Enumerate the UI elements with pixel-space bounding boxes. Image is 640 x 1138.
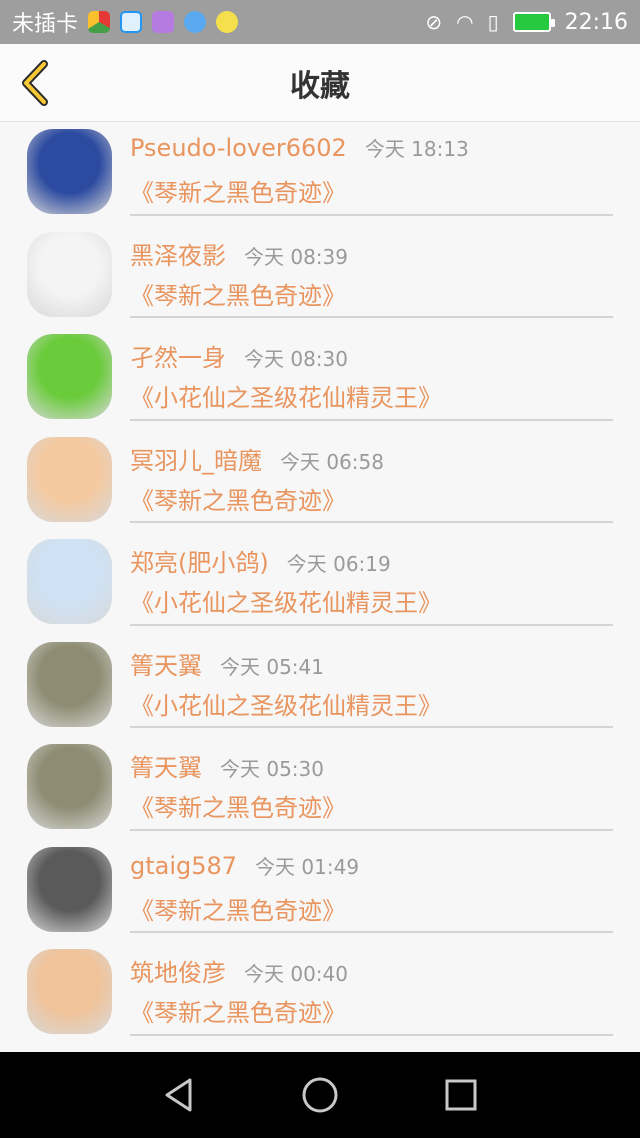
user-name[interactable]: 黑泽夜影 xyxy=(130,236,226,271)
list-item[interactable]: Pseudo-lover6602 今天 18:13 《琴新之黑色奇迹》 xyxy=(0,123,640,226)
nav-home-icon[interactable] xyxy=(301,1076,339,1114)
page-title: 收藏 xyxy=(290,68,350,104)
timestamp: 今天 01:49 xyxy=(255,854,360,879)
divider xyxy=(130,316,613,318)
avatar[interactable] xyxy=(27,334,112,419)
row-main: 郑亮(肥小鸽) 今天 06:19 《小花仙之圣级花仙精灵王》 xyxy=(130,543,613,636)
avatar[interactable] xyxy=(27,949,112,1034)
row-header: gtaig587 今天 01:49 xyxy=(130,851,613,889)
list-item[interactable]: 郑亮(肥小鸽) 今天 06:19 《小花仙之圣级花仙精灵王》 xyxy=(0,533,640,636)
timestamp: 今天 00:40 xyxy=(244,962,348,986)
user-name[interactable]: 郑亮(肥小鸽) xyxy=(130,543,269,578)
divider xyxy=(130,418,613,421)
list-item[interactable]: 筑地俊彦 今天 00:40 《琴新之黑色奇迹》 xyxy=(0,943,640,1046)
list-item[interactable]: 孑然一身 今天 08:30 《小花仙之圣级花仙精灵王》 xyxy=(0,328,640,431)
row-main: 筑地俊彦 今天 00:40 《琴新之黑色奇迹》 xyxy=(130,953,613,1046)
book-title[interactable]: 《小花仙之圣级花仙精灵王》 xyxy=(130,583,613,618)
row-main: 黑泽夜影 今天 08:39 《琴新之黑色奇迹》 xyxy=(130,236,613,329)
row-main: 箐天翼 今天 05:30 《琴新之黑色奇迹》 xyxy=(130,748,613,841)
timestamp: 今天 06:58 xyxy=(280,449,384,474)
user-name[interactable]: Pseudo-lover6602 xyxy=(130,134,347,162)
avatar[interactable] xyxy=(27,641,112,727)
book-title[interactable]: 《琴新之黑色奇迹》 xyxy=(130,173,613,208)
book-title[interactable]: 《琴新之黑色奇迹》 xyxy=(130,993,613,1028)
book-title[interactable]: 《琴新之黑色奇迹》 xyxy=(130,891,613,926)
list-item[interactable]: 箐天翼 今天 05:41 《小花仙之圣级花仙精灵王》 xyxy=(0,636,640,739)
row-header: 箐天翼 今天 05:30 xyxy=(130,748,613,786)
back-button[interactable] xyxy=(14,58,54,108)
book-title[interactable]: 《小花仙之圣级花仙精灵王》 xyxy=(130,686,613,721)
divider xyxy=(130,521,613,523)
list-item[interactable]: gtaig587 今天 01:49 《琴新之黑色奇迹》 xyxy=(0,841,640,944)
row-main: 孑然一身 今天 08:30 《小花仙之圣级花仙精灵王》 xyxy=(130,338,613,431)
list-item[interactable]: 冥羽儿_暗魔 今天 06:58 《琴新之黑色奇迹》 xyxy=(0,431,640,534)
row-header: 筑地俊彦 今天 00:40 xyxy=(130,953,613,991)
timestamp: 今天 08:39 xyxy=(244,244,348,269)
user-name[interactable]: 孑然一身 xyxy=(130,338,226,373)
avatar[interactable] xyxy=(27,436,112,522)
favorites-list: Pseudo-lover6602 今天 18:13 《琴新之黑色奇迹》 黑泽夜影 今天 … xyxy=(0,123,640,1052)
user-name[interactable]: 筑地俊彦 xyxy=(130,953,226,988)
divider xyxy=(130,931,613,933)
row-main: Pseudo-lover6602 今天 18:13 《琴新之黑色奇迹》 xyxy=(130,133,613,226)
wifi-icon: ◠ xyxy=(456,10,474,34)
user-name[interactable]: 冥羽儿_暗魔 xyxy=(130,441,262,476)
status-left: 未插卡 xyxy=(12,6,239,38)
gallery-icon xyxy=(152,11,175,33)
chrome-icon xyxy=(88,11,111,33)
sim-icon: ▯ xyxy=(487,10,499,34)
row-header: 孑然一身 今天 08:30 xyxy=(130,338,613,376)
book-title[interactable]: 《小花仙之圣级花仙精灵王》 xyxy=(130,378,613,413)
book-title[interactable]: 《琴新之黑色奇迹》 xyxy=(130,276,613,311)
timestamp: 今天 18:13 xyxy=(364,137,469,161)
row-main: 冥羽儿_暗魔 今天 06:58 《琴新之黑色奇迹》 xyxy=(130,441,613,534)
no-signal-icon: ⊘ xyxy=(425,10,443,34)
battery-icon xyxy=(512,12,555,32)
divider xyxy=(130,623,613,626)
user-name[interactable]: gtaig587 xyxy=(130,852,237,880)
timestamp: 今天 05:30 xyxy=(220,757,324,781)
divider xyxy=(130,1033,613,1036)
avatar[interactable] xyxy=(27,744,112,829)
nav-bar xyxy=(0,1052,640,1138)
nav-recents-icon[interactable] xyxy=(444,1078,478,1112)
row-header: 黑泽夜影 今天 08:39 xyxy=(130,236,613,274)
timestamp: 今天 08:30 xyxy=(244,347,348,371)
timestamp: 今天 06:19 xyxy=(286,552,391,576)
qq-icon xyxy=(216,11,239,33)
row-header: Pseudo-lover6602 今天 18:13 xyxy=(130,133,613,171)
avatar[interactable] xyxy=(27,231,112,317)
divider xyxy=(130,726,613,728)
info-icon xyxy=(184,11,207,33)
divider xyxy=(130,828,613,831)
nav-back-icon[interactable] xyxy=(162,1077,196,1113)
carrier-text: 未插卡 xyxy=(12,12,79,37)
status-bar: 未插卡 ⊘ ◠ ▯ 22:16 xyxy=(0,0,640,44)
row-header: 郑亮(肥小鸽) 今天 06:19 xyxy=(130,543,613,581)
row-header: 箐天翼 今天 05:41 xyxy=(130,646,613,684)
avatar[interactable] xyxy=(27,846,112,932)
list-item[interactable]: 箐天翼 今天 05:30 《琴新之黑色奇迹》 xyxy=(0,738,640,841)
row-main: 箐天翼 今天 05:41 《小花仙之圣级花仙精灵王》 xyxy=(130,646,613,739)
clock: 22:16 xyxy=(564,9,628,35)
header: 收藏 xyxy=(0,44,640,122)
book-title[interactable]: 《琴新之黑色奇迹》 xyxy=(130,788,613,823)
timestamp: 今天 05:41 xyxy=(220,654,324,679)
row-header: 冥羽儿_暗魔 今天 06:58 xyxy=(130,441,613,479)
avatar[interactable] xyxy=(27,539,112,624)
list-item[interactable]: 黑泽夜影 今天 08:39 《琴新之黑色奇迹》 xyxy=(0,226,640,329)
chevron-left-icon xyxy=(22,60,48,106)
user-name[interactable]: 箐天翼 xyxy=(130,646,202,681)
user-name[interactable]: 箐天翼 xyxy=(130,748,202,783)
row-main: gtaig587 今天 01:49 《琴新之黑色奇迹》 xyxy=(130,851,613,944)
avatar[interactable] xyxy=(27,129,112,214)
status-right: ⊘ ◠ ▯ 22:16 xyxy=(425,10,628,35)
book-title[interactable]: 《琴新之黑色奇迹》 xyxy=(130,481,613,516)
browser-icon xyxy=(120,11,143,33)
divider xyxy=(130,213,613,216)
